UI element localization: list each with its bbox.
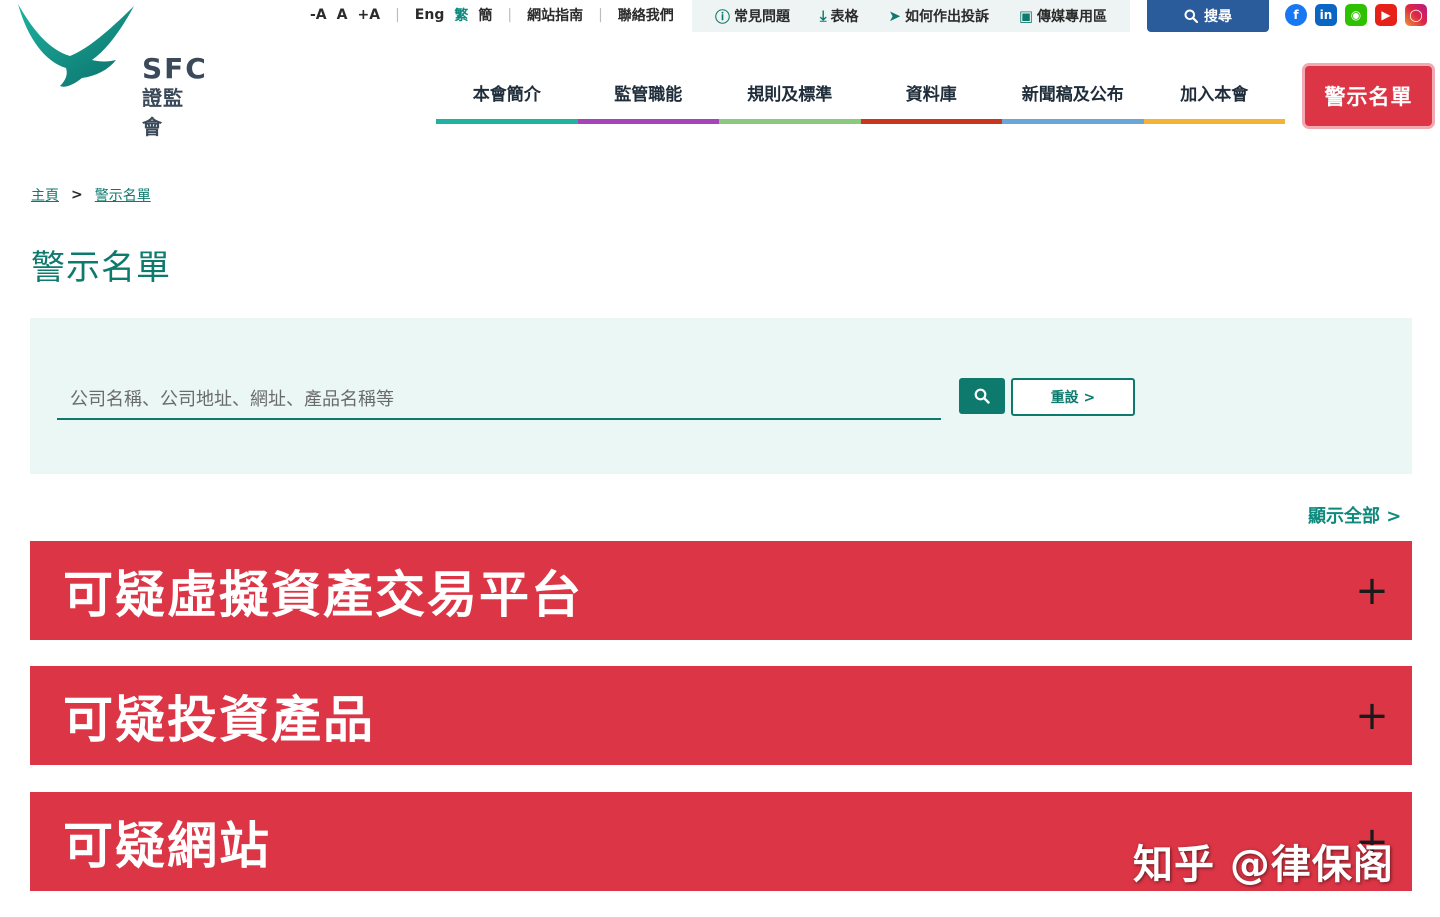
lang-simplified-chinese-link[interactable]: 簡: [478, 5, 492, 25]
media-link[interactable]: ▣ 傳媒專用區: [1019, 6, 1107, 26]
site-search-button[interactable]: 搜尋: [1147, 0, 1269, 32]
breadcrumb: 主頁 > 警示名單: [31, 185, 151, 205]
social-links: f in ◉ ▶ ◯: [1285, 4, 1427, 26]
divider: |: [395, 7, 400, 23]
sitemap-link[interactable]: 網站指南: [527, 5, 583, 25]
nav-rules-standards[interactable]: 規則及標準: [719, 66, 861, 124]
alert-list-search-input[interactable]: [57, 380, 941, 420]
accordion-title: 可疑網站: [63, 816, 271, 875]
breadcrumb-separator: >: [71, 187, 83, 203]
image-icon: ▣: [1018, 7, 1034, 25]
eagle-logo-icon: [18, 4, 134, 87]
complaint-link-label: 如何作出投訴: [904, 9, 989, 25]
search-panel: 重設 >: [30, 318, 1412, 474]
divider: |: [507, 7, 513, 23]
forms-link[interactable]: ⤓ 表格: [820, 6, 859, 26]
megaphone-icon: ➤: [888, 7, 901, 25]
breadcrumb-home-link[interactable]: 主頁: [31, 185, 59, 205]
accordion-suspicious-va-platforms[interactable]: 可疑虛擬資產交易平台 +: [30, 541, 1412, 640]
watermark-text: 知乎 @律保阁: [1133, 842, 1394, 888]
nav-database[interactable]: 資料庫: [860, 66, 1002, 124]
quick-links-bar: ⓘ 常見問題 ⤓ 表格 ➤ 如何作出投訴 ▣ 傳媒專用區: [692, 0, 1130, 32]
facebook-icon[interactable]: f: [1285, 4, 1307, 26]
nav-regulatory-functions[interactable]: 監管職能: [577, 66, 719, 124]
sfc-logo[interactable]: SFC 證監會: [16, 0, 206, 139]
forms-link-label: 表格: [830, 9, 859, 25]
logo-text-zh: 證監會: [142, 86, 184, 139]
main-navigation: 本會簡介 監管職能 規則及標準 資料庫 新聞稿及公布 加入本會: [436, 66, 1285, 124]
plus-icon[interactable]: +: [1352, 571, 1392, 611]
accordion-title: 可疑投資產品: [63, 690, 375, 749]
alert-list-button[interactable]: 警示名單: [1305, 66, 1432, 126]
contact-us-link[interactable]: 聯絡我們: [618, 5, 674, 25]
plus-icon[interactable]: +: [1352, 696, 1392, 736]
nav-about-us[interactable]: 本會簡介: [436, 66, 578, 124]
download-icon: ⤓: [819, 7, 827, 25]
font-size-normal-button[interactable]: A: [337, 7, 348, 23]
accordion-suspicious-investment-products[interactable]: 可疑投資產品 +: [30, 666, 1412, 765]
faq-link[interactable]: ⓘ 常見問題: [715, 6, 790, 27]
font-size-increase-button[interactable]: +A: [358, 7, 381, 23]
accordion-title: 可疑虛擬資產交易平台: [63, 565, 583, 624]
breadcrumb-current-link[interactable]: 警示名單: [95, 185, 151, 205]
complaint-link[interactable]: ➤ 如何作出投訴: [888, 6, 989, 26]
youtube-icon[interactable]: ▶: [1375, 4, 1397, 26]
wechat-icon[interactable]: ◉: [1345, 4, 1367, 26]
instagram-icon[interactable]: ◯: [1405, 4, 1427, 26]
reset-button[interactable]: 重設 >: [1011, 378, 1135, 416]
logo-text-en: SFC: [142, 52, 208, 85]
font-size-decrease-button[interactable]: -A: [310, 7, 327, 23]
site-search-label: 搜尋: [1204, 9, 1232, 25]
divider: |: [598, 7, 603, 23]
lang-traditional-chinese-link[interactable]: 繁: [454, 5, 468, 25]
linkedin-icon[interactable]: in: [1315, 4, 1337, 26]
page-title: 警示名單: [31, 248, 171, 288]
media-link-label: 傳媒專用區: [1037, 9, 1108, 25]
lang-english-link[interactable]: Eng: [415, 7, 445, 23]
search-icon: [974, 388, 990, 404]
nav-join-us[interactable]: 加入本會: [1143, 66, 1285, 124]
nav-news-announcements[interactable]: 新聞稿及公布: [1002, 66, 1144, 124]
show-all-link[interactable]: 顯示全部 >: [1308, 502, 1401, 528]
faq-link-label: 常見問題: [733, 9, 790, 25]
question-circle-icon: ⓘ: [714, 7, 730, 26]
utility-bar: -A A +A | Eng 繁 簡 | 網站指南 | 聯絡我們: [305, 0, 679, 30]
search-icon: [1184, 9, 1198, 23]
search-submit-button[interactable]: [959, 378, 1005, 414]
